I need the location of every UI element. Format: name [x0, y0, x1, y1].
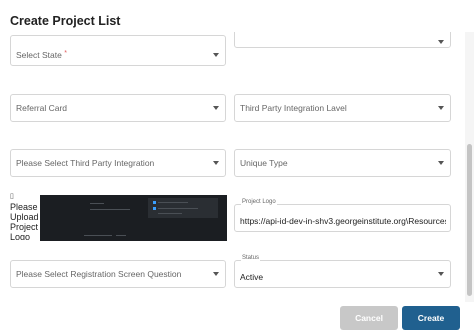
status-value: Active [240, 272, 264, 282]
chevron-down-icon [438, 40, 444, 44]
referral-card-placeholder: Referral Card [16, 103, 68, 113]
vertical-scrollbar[interactable] [465, 32, 474, 302]
chevron-down-icon [213, 53, 219, 57]
logo-preview-image [40, 195, 227, 241]
unique-type-dropdown[interactable]: Unique Type [234, 149, 451, 177]
registration-question-placeholder: Please Select Registration Screen Questi… [16, 269, 182, 279]
scrollbar-thumb[interactable] [467, 144, 472, 296]
third-party-level-dropdown[interactable]: Third Party Integration Lavel [234, 94, 451, 122]
top-right-dropdown[interactable] [234, 32, 451, 48]
project-logo-field[interactable]: Project Logo https://api-id-dev-in-shv3.… [234, 199, 451, 232]
dialog-footer: Cancel Create [0, 302, 474, 333]
chevron-down-icon [213, 161, 219, 165]
form-content: Select State * Referral Card Third Party… [0, 32, 474, 302]
project-logo-label: Project Logo [241, 199, 277, 205]
third-party-integration-dropdown[interactable]: Please Select Third Party Integration [10, 149, 226, 177]
registration-question-dropdown[interactable]: Please Select Registration Screen Questi… [10, 260, 226, 288]
third-party-integration-placeholder: Please Select Third Party Integration [16, 158, 155, 168]
third-party-level-placeholder: Third Party Integration Lavel [240, 103, 347, 113]
chevron-down-icon [438, 272, 444, 276]
chevron-down-icon [213, 272, 219, 276]
chevron-down-icon [438, 106, 444, 110]
logo-alt-text: Please Upload Project Logo [10, 202, 39, 240]
project-logo-url[interactable]: https://api-id-dev-in-shv3.georgeinstitu… [240, 216, 446, 226]
required-mark: * [64, 50, 67, 57]
status-dropdown[interactable]: Status Active [234, 255, 451, 288]
status-label: Status [241, 255, 261, 261]
select-state-placeholder: Select State [16, 50, 62, 60]
create-button[interactable]: Create [402, 306, 460, 330]
cancel-button[interactable]: Cancel [340, 306, 398, 330]
logo-image-alt: ▯ Please Upload Project Logo [10, 192, 40, 240]
chevron-down-icon [438, 161, 444, 165]
referral-card-dropdown[interactable]: Referral Card [10, 94, 226, 122]
chevron-down-icon [213, 106, 219, 110]
broken-image-icon: ▯ [10, 193, 14, 200]
unique-type-placeholder: Unique Type [240, 158, 288, 168]
dialog-title: Create Project List [10, 14, 121, 28]
select-state-dropdown[interactable]: Select State * [10, 35, 226, 66]
